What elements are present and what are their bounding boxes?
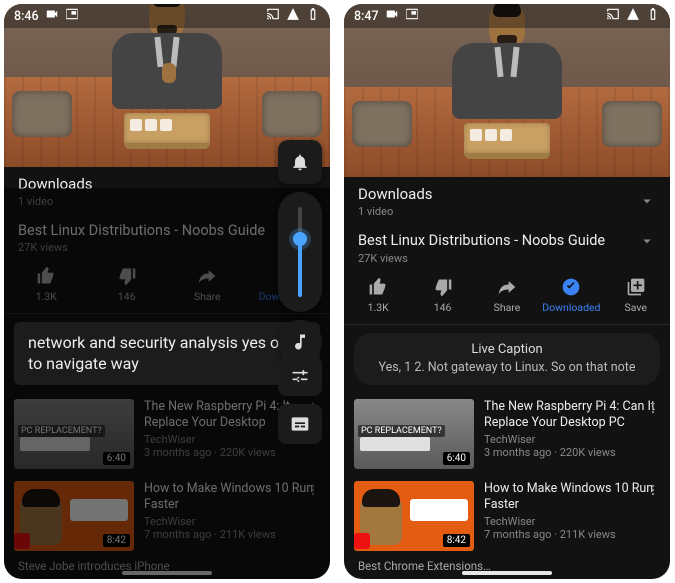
caption-line1: network and security analysis [28, 333, 238, 352]
video-title-row[interactable]: Best Linux Distributions - Noobs Guide [344, 222, 670, 252]
slider-track[interactable] [298, 207, 302, 297]
save-button[interactable]: Save [607, 277, 665, 314]
caption-toggle-button[interactable] [278, 404, 322, 444]
phone-right: 8:47 Downloads 1 video Best Linux Distri… [344, 4, 670, 579]
phone-left: 8:46 Downloads 1 video Best Linux Distri… [4, 4, 330, 579]
video-title: Best Linux Distributions - Noobs Guide [358, 232, 638, 249]
like-count: 1.3K [368, 301, 389, 314]
video-duration: 8:42 [443, 534, 470, 547]
red-indicator [354, 533, 370, 549]
status-bar: 8:46 [4, 4, 330, 28]
caption-controls [278, 356, 322, 444]
caption-title: Live Caption [372, 341, 642, 359]
thumb-badge: PC REPLACEMENT? [358, 425, 445, 437]
caption-settings-button[interactable] [278, 356, 322, 396]
thumb-up-icon [368, 277, 388, 297]
cast-icon[interactable] [606, 7, 620, 25]
downloads-title: Downloads [358, 185, 638, 203]
status-time: 8:47 [354, 9, 379, 24]
chevron-down-icon[interactable] [638, 192, 656, 210]
list-item[interactable]: 8:42 How to Make Windows 10 Run Faster T… [344, 475, 670, 557]
downloads-count: 1 video [358, 205, 638, 218]
video-thumbnail[interactable]: PC REPLACEMENT? 6:40 [354, 399, 474, 469]
signal-icon [286, 7, 300, 25]
pip-icon [65, 7, 79, 25]
related-stats: 7 months ago · 211K views [484, 528, 660, 541]
battery-icon [306, 7, 320, 25]
save-label: Save [625, 301, 647, 314]
camera-icon [45, 7, 59, 25]
live-caption-bubble[interactable]: Live Caption Yes, 1 2. Not gateway to Li… [354, 333, 660, 385]
downloaded-label: Downloaded [542, 301, 600, 314]
video-views: 27K views [344, 252, 670, 273]
share-label: Share [494, 301, 521, 314]
related-channel: TechWiser [484, 433, 660, 446]
dislike-button[interactable]: 146 [414, 277, 472, 314]
like-button[interactable]: 1.3K [349, 277, 407, 314]
chevron-down-icon[interactable] [638, 232, 656, 250]
cast-icon[interactable] [266, 7, 280, 25]
thumb-down-icon [433, 277, 453, 297]
action-bar: 1.3K 146 Share Downloaded Save [344, 273, 670, 325]
signal-icon [626, 7, 640, 25]
sliders-icon [290, 366, 310, 386]
ringer-button[interactable] [278, 140, 322, 184]
video-thumbnail[interactable]: 8:42 [354, 481, 474, 551]
dislike-count: 146 [434, 301, 452, 314]
live-caption-bubble[interactable]: network and security analysis yes open t… [14, 322, 320, 385]
list-item[interactable]: PC REPLACEMENT? 6:40 The New Raspberry P… [344, 393, 670, 475]
status-time: 8:46 [14, 9, 39, 24]
subtitles-icon [290, 414, 310, 434]
downloaded-button[interactable]: Downloaded [542, 277, 600, 314]
slider-thumb[interactable] [293, 232, 307, 246]
volume-overlay [278, 140, 322, 364]
video-player[interactable] [344, 4, 670, 177]
more-vert-icon[interactable] [646, 483, 660, 497]
bell-icon [290, 152, 310, 172]
pip-icon [405, 7, 419, 25]
check-circle-icon [561, 277, 581, 297]
battery-icon [646, 7, 660, 25]
home-indicator[interactable] [462, 571, 552, 575]
music-note-icon [290, 332, 310, 352]
share-icon [497, 277, 517, 297]
related-stats: 3 months ago · 220K views [484, 446, 660, 459]
caption-body: Yes, 1 2. Not gateway to Linux. So on th… [372, 360, 642, 377]
related-title: How to Make Windows 10 Run Faster [484, 481, 660, 512]
status-bar: 8:47 [344, 4, 670, 28]
library-add-icon [626, 277, 646, 297]
volume-slider[interactable] [278, 192, 322, 312]
related-title: The New Raspberry Pi 4: Can It Replace Y… [484, 399, 660, 430]
related-list: PC REPLACEMENT? 6:40 The New Raspberry P… [344, 393, 670, 579]
more-vert-icon[interactable] [646, 401, 660, 415]
share-button[interactable]: Share [478, 277, 536, 314]
camera-icon [385, 7, 399, 25]
video-duration: 6:40 [443, 452, 470, 465]
downloads-header[interactable]: Downloads 1 video [344, 177, 670, 222]
related-channel: TechWiser [484, 515, 660, 528]
